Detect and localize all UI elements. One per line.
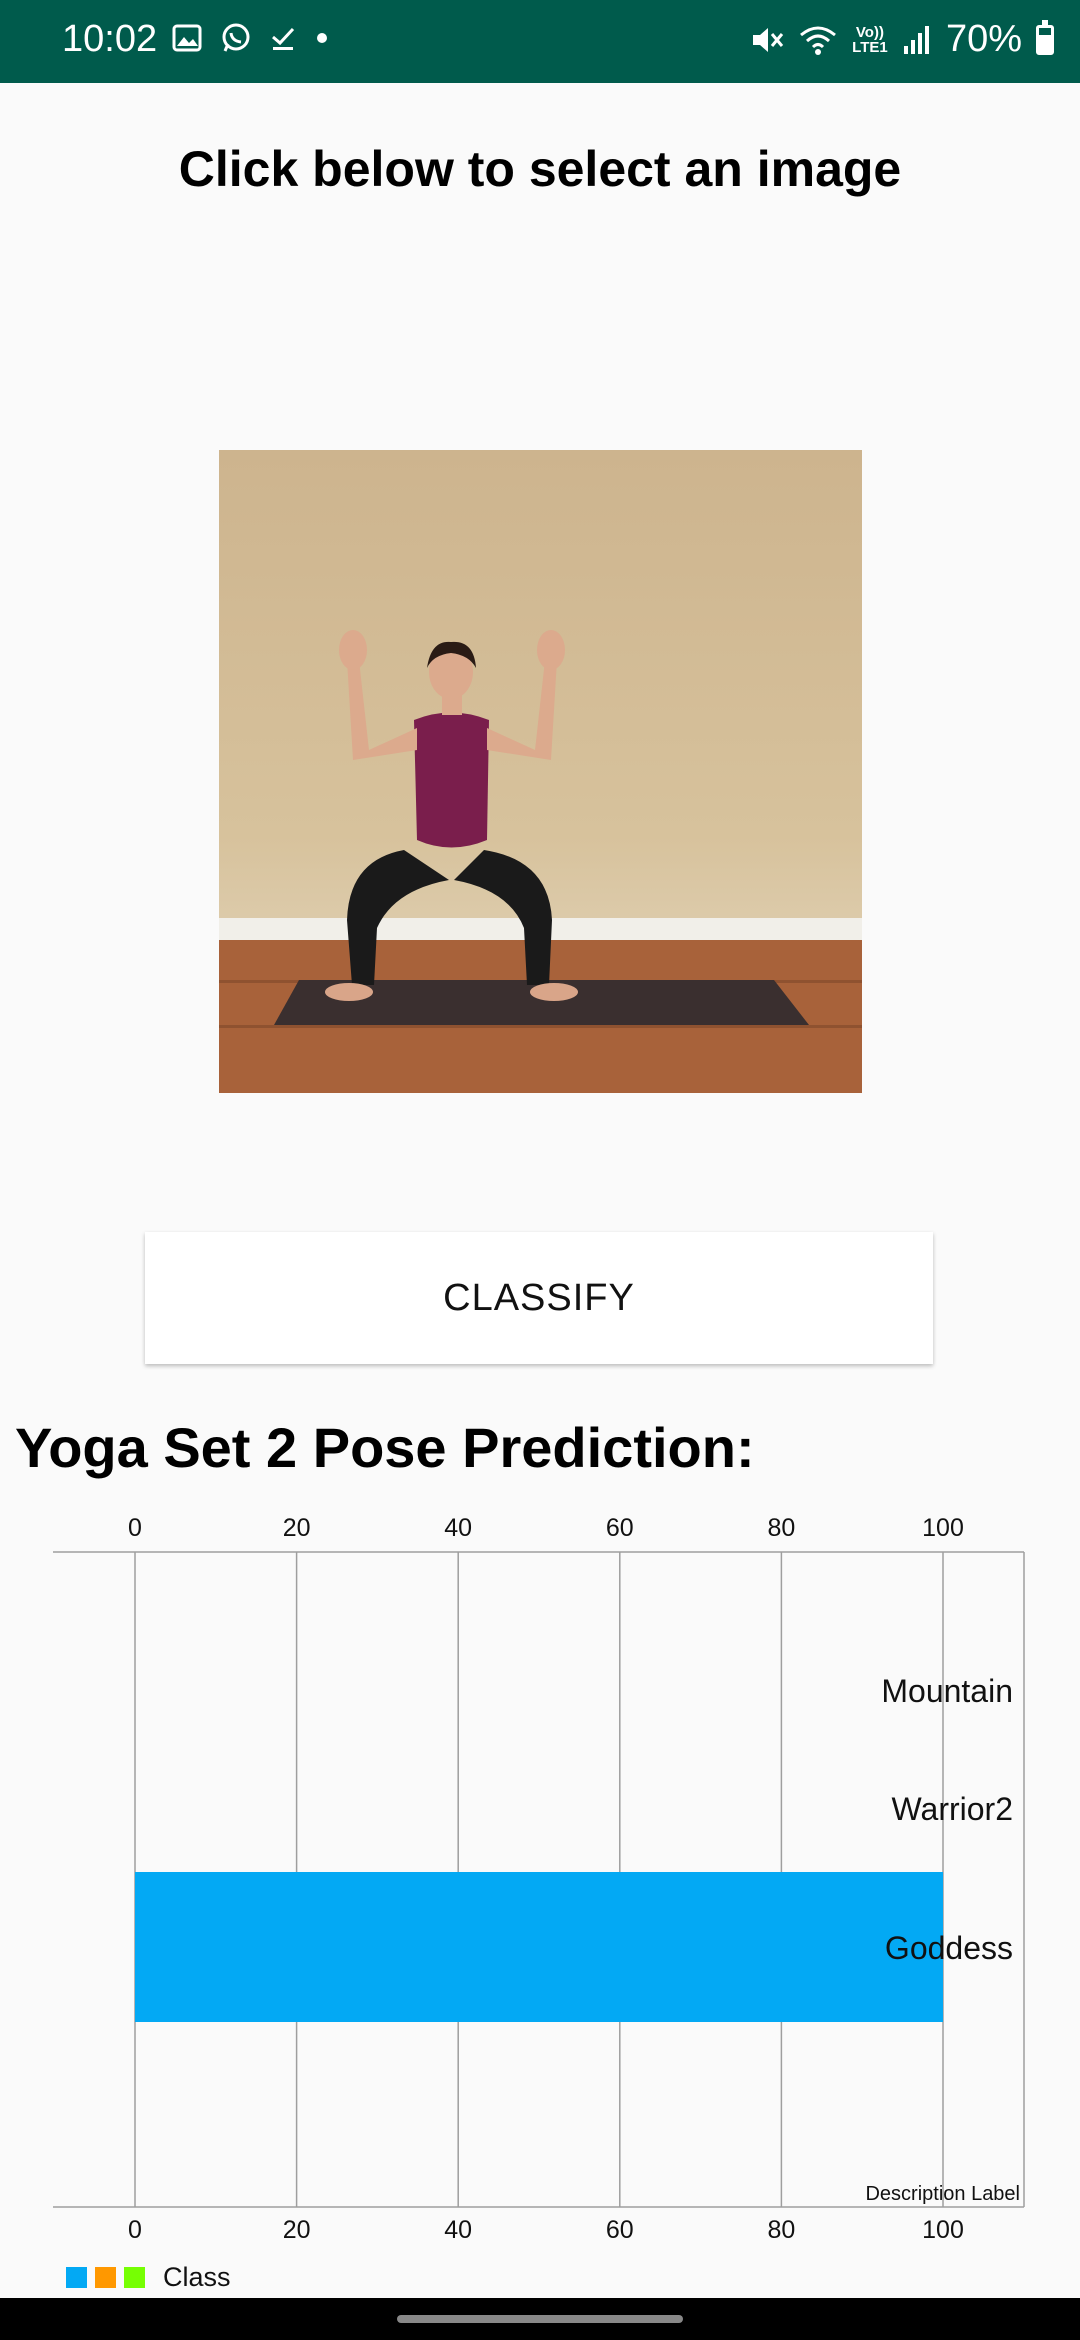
- x-tick-label-top: 100: [922, 1514, 964, 1542]
- x-tick-label-top: 40: [444, 1514, 472, 1542]
- legend-swatch-1: [66, 2267, 87, 2288]
- battery-icon: [1036, 19, 1054, 55]
- mute-icon: [752, 27, 784, 52]
- whatsapp-icon: [222, 23, 250, 52]
- bar-goddess: [135, 1872, 943, 2022]
- lte-icon: Vo)) LTE1: [852, 23, 888, 56]
- prediction-chart: 0 0 20 20 40 40 60 60 80 80 100 100 Mountain Warrior2…: [53, 1514, 1025, 2244]
- x-tick-label-top: 80: [767, 1514, 795, 1542]
- x-tick-label-top: 20: [283, 1514, 311, 1542]
- chart-description-label: Description Label: [865, 2183, 1020, 2205]
- x-tick-label-bottom: 0: [128, 2216, 142, 2244]
- status-bar: 10:02 Vo)) LTE1 70%: [0, 0, 1080, 83]
- x-tick-label-bottom: 100: [922, 2216, 964, 2244]
- classify-button[interactable]: CLASSIFY: [145, 1232, 933, 1364]
- signal-icon: [903, 25, 929, 54]
- x-tick-label-bottom: 20: [283, 2216, 311, 2244]
- x-tick-label-bottom: 40: [444, 2216, 472, 2244]
- category-label: Warrior2: [892, 1791, 1013, 1827]
- gallery-icon: [172, 24, 202, 52]
- category-label: Mountain: [881, 1673, 1013, 1709]
- home-handle[interactable]: [397, 2315, 683, 2323]
- wifi-icon: [799, 26, 836, 55]
- results-title: Yoga Set 2 Pose Prediction:: [15, 1416, 755, 1479]
- legend-swatch-2: [95, 2267, 116, 2288]
- x-tick-label-bottom: 60: [606, 2216, 634, 2244]
- download-done-icon: [272, 27, 295, 50]
- system-icons: Vo)) LTE1 70%: [750, 18, 1054, 61]
- category-label: Goddess: [885, 1930, 1013, 1966]
- x-tick-label-bottom: 80: [767, 2216, 795, 2244]
- legend-swatch-3: [124, 2267, 145, 2288]
- dot-icon: [317, 33, 327, 43]
- chart-legend: Class: [66, 2262, 231, 2293]
- notification-icons: [172, 22, 330, 54]
- navigation-bar: [0, 2298, 1080, 2340]
- yoga-pose-illustration: [219, 630, 862, 1093]
- status-time: 10:02: [62, 18, 158, 60]
- selected-image[interactable]: [219, 450, 862, 1093]
- x-tick-label-top: 60: [606, 1514, 634, 1542]
- battery-percent: 70%: [945, 18, 1022, 60]
- x-tick-label-top: 0: [128, 1514, 142, 1542]
- page-title: Click below to select an image: [178, 141, 902, 197]
- legend-label: Class: [163, 2262, 231, 2292]
